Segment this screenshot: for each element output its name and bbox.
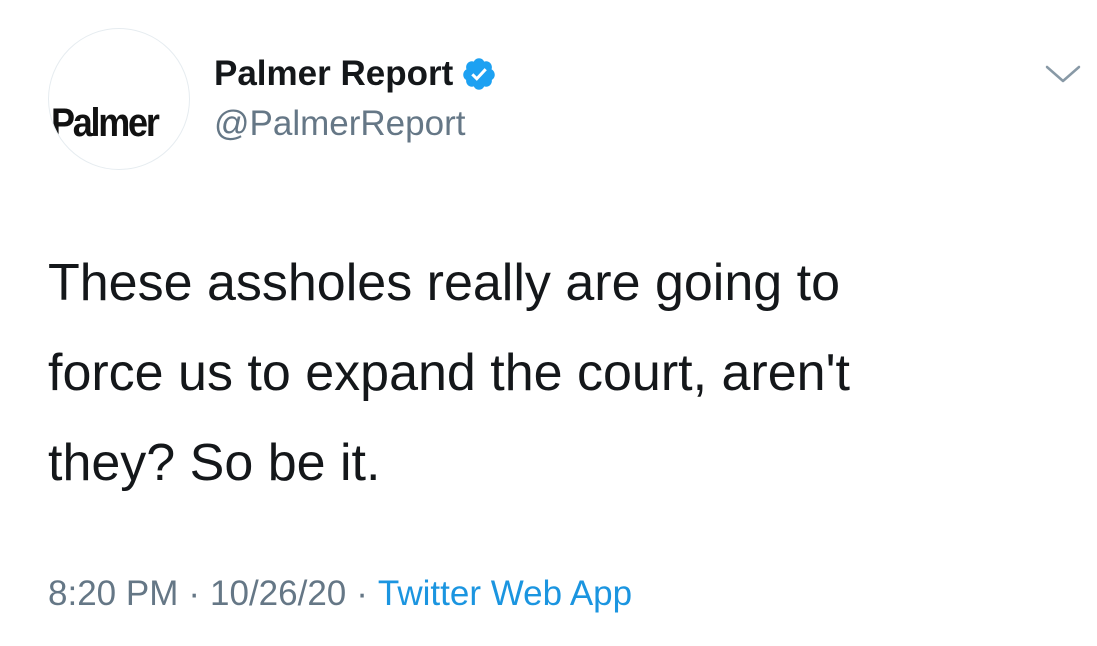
avatar-logo-text: Palmer bbox=[51, 101, 160, 145]
tweet-text-line: These assholes really are going to bbox=[48, 254, 841, 312]
tweet-author: Palmer Report @PalmerReport bbox=[214, 52, 497, 146]
tweet-text: These assholes really are going to force… bbox=[48, 238, 1048, 508]
tweet-text-line: they? So be it. bbox=[48, 434, 381, 492]
avatar[interactable]: Palmer bbox=[48, 28, 190, 170]
display-name-row: Palmer Report bbox=[214, 52, 497, 96]
tweet-text-line: force us to expand the court, aren't bbox=[48, 344, 850, 402]
chevron-down-icon[interactable] bbox=[1044, 62, 1082, 86]
tweet-card: Palmer Palmer Report @PalmerReport These… bbox=[0, 0, 1097, 646]
meta-separator: · bbox=[188, 574, 201, 613]
display-name[interactable]: Palmer Report bbox=[214, 52, 453, 96]
tweet-date[interactable]: 10/26/20 bbox=[210, 574, 346, 613]
verified-badge-icon bbox=[463, 58, 495, 90]
tweet-time[interactable]: 8:20 PM bbox=[48, 574, 178, 613]
tweet-source-link[interactable]: Twitter Web App bbox=[378, 574, 632, 613]
meta-separator: · bbox=[356, 574, 368, 613]
tweet-metadata: 8:20 PM · 10/26/20 · Twitter Web App bbox=[48, 572, 632, 616]
user-handle[interactable]: @PalmerReport bbox=[214, 102, 497, 146]
